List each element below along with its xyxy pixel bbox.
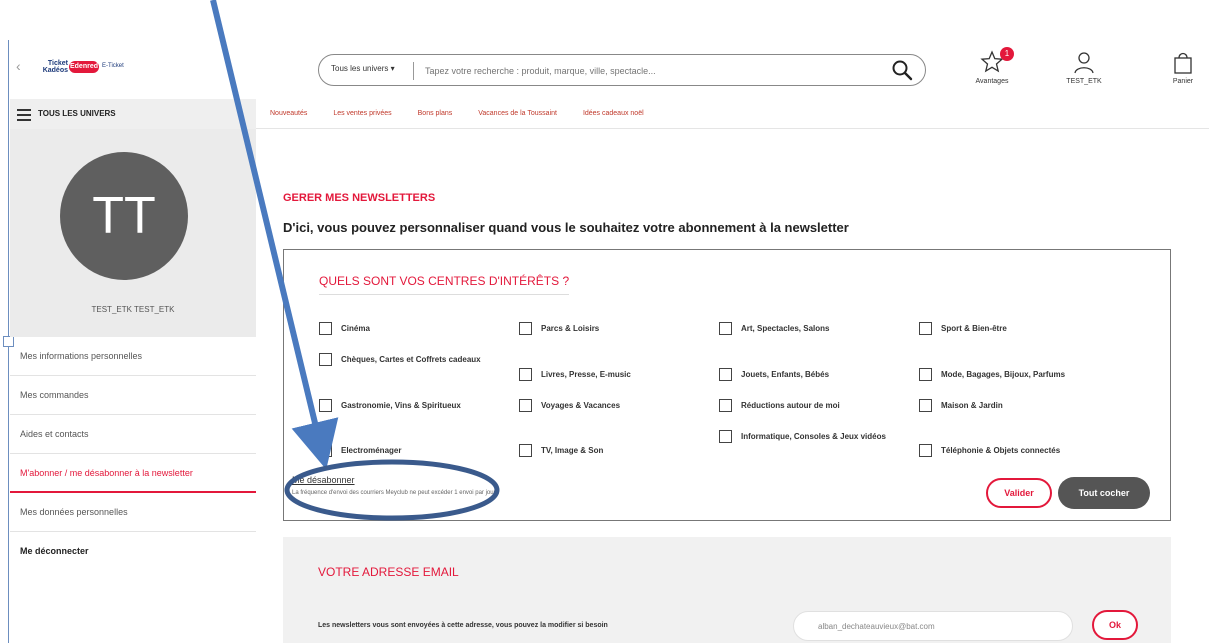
search-bar: Tous les univers ▾ xyxy=(318,54,926,86)
checkbox-voyages[interactable]: Voyages & Vacances xyxy=(519,399,620,412)
logo-eticket-text: E-Ticket xyxy=(102,63,124,69)
checkbox-label: Electroménager xyxy=(341,446,402,455)
avatar: TT xyxy=(60,152,188,280)
search-icon[interactable] xyxy=(891,59,913,86)
cart-label: Panier xyxy=(1172,78,1194,85)
email-description: Les newsletters vous sont envoyées à cet… xyxy=(318,622,608,629)
nav-link-idees-cadeaux[interactable]: Idées cadeaux noël xyxy=(583,110,644,117)
user-icon xyxy=(1072,52,1096,76)
checkbox-box[interactable] xyxy=(519,322,532,335)
nav-link-ventes-privees[interactable]: Les ventes privées xyxy=(333,110,391,117)
checkbox-label: Mode, Bagages, Bijoux, Parfums xyxy=(941,370,1066,379)
email-title: VOTRE ADRESSE EMAIL xyxy=(318,565,459,579)
checkbox-maison-jardin[interactable]: Maison & Jardin xyxy=(919,399,1003,412)
checkbox-label: Chèques, Cartes et Coffrets cadeaux xyxy=(341,354,481,364)
page-title: GERER MES NEWSLETTERS xyxy=(283,192,436,204)
checkbox-label: Gastronomie, Vins & Spiritueux xyxy=(341,401,461,410)
checkbox-label: Jouets, Enfants, Bébés xyxy=(741,370,830,379)
checkbox-gastronomie[interactable]: Gastronomie, Vins & Spiritueux xyxy=(319,399,461,412)
email-ok-button[interactable]: Ok xyxy=(1092,610,1138,640)
interests-title: QUELS SONT VOS CENTRES D'INTÉRÊTS ? xyxy=(319,274,570,295)
email-panel: VOTRE ADRESSE EMAIL Les newsletters vous… xyxy=(283,537,1171,643)
user-name: TEST_ETK TEST_ETK xyxy=(91,305,175,314)
avantages-label: Avantages xyxy=(975,78,1009,85)
menu-item-help[interactable]: Aides et contacts xyxy=(10,415,256,454)
site-logo[interactable]: Ticket Kadéos Edenred E-Ticket xyxy=(38,60,146,76)
nav-link-nouveautes[interactable]: Nouveautés xyxy=(270,110,307,117)
checkbox-art-spectacles[interactable]: Art, Spectacles, Salons xyxy=(719,322,829,335)
hamburger-icon xyxy=(17,109,31,124)
checkbox-label: Sport & Bien-être xyxy=(941,324,1007,333)
account-menu: Mes informations personnelles Mes comman… xyxy=(10,337,256,571)
checkbox-label: Art, Spectacles, Salons xyxy=(741,324,830,333)
nav-link-bons-plans[interactable]: Bons plans xyxy=(418,110,453,117)
validate-button[interactable]: Valider xyxy=(986,478,1052,508)
checkbox-box[interactable] xyxy=(519,368,532,381)
all-universes-menu[interactable]: TOUS LES UNIVERS xyxy=(10,99,256,130)
checkbox-box[interactable] xyxy=(719,430,732,443)
checkbox-box[interactable] xyxy=(319,399,332,412)
search-scope-dropdown[interactable]: Tous les univers ▾ xyxy=(331,64,395,73)
checkbox-cinema[interactable]: Cinéma xyxy=(319,322,370,335)
checkbox-label: Cinéma xyxy=(341,324,370,333)
nav-link-toussaint[interactable]: Vacances de la Toussaint xyxy=(478,110,557,117)
checkbox-box[interactable] xyxy=(319,322,332,335)
all-universes-label: TOUS LES UNIVERS xyxy=(38,109,116,118)
checkbox-box[interactable] xyxy=(719,399,732,412)
frequency-note: La fréquence d'envoi des courriers Meycl… xyxy=(292,490,497,496)
nav-divider xyxy=(256,128,1209,129)
avantages-count-badge: 1 xyxy=(1000,47,1014,61)
unsubscribe-link[interactable]: Me désabonner xyxy=(292,475,355,485)
menu-item-newsletter[interactable]: M'abonner / me désabonner à la newslette… xyxy=(10,454,256,493)
checkbox-box[interactable] xyxy=(919,399,932,412)
checkbox-label: Informatique, Consoles & Jeux vidéos xyxy=(741,431,886,441)
category-nav: Nouveautés Les ventes privées Bons plans… xyxy=(270,110,668,117)
checkbox-box[interactable] xyxy=(719,322,732,335)
checkbox-label: Voyages & Vacances xyxy=(541,401,621,410)
checkbox-label: Réductions autour de moi xyxy=(741,401,840,410)
checkbox-informatique[interactable]: Informatique, Consoles & Jeux vidéos xyxy=(719,430,909,443)
checkbox-livres-presse[interactable]: Livres, Presse, E-music xyxy=(519,368,631,381)
checkbox-box[interactable] xyxy=(919,444,932,457)
back-chevron-icon[interactable]: ‹ xyxy=(16,58,21,74)
logo-edenred-badge: Edenred xyxy=(69,61,99,73)
checkbox-label: Maison & Jardin xyxy=(941,401,1003,410)
checkbox-mode[interactable]: Mode, Bagages, Bijoux, Parfums xyxy=(919,368,1065,381)
menu-item-logout[interactable]: Me déconnecter xyxy=(10,532,256,571)
interests-panel: QUELS SONT VOS CENTRES D'INTÉRÊTS ? Ciné… xyxy=(283,249,1171,521)
checkbox-label: Livres, Presse, E-music xyxy=(541,370,631,379)
checkbox-reductions[interactable]: Réductions autour de moi xyxy=(719,399,840,412)
checkbox-label: Téléphonie & Objets connectés xyxy=(941,446,1061,455)
checkbox-cheques-cadeaux[interactable]: Chèques, Cartes et Coffrets cadeaux xyxy=(319,353,489,366)
menu-item-orders[interactable]: Mes commandes xyxy=(10,376,256,415)
checkbox-sport[interactable]: Sport & Bien-être xyxy=(919,322,1007,335)
checkbox-telephonie[interactable]: Téléphonie & Objets connectés xyxy=(919,444,1060,457)
logo-ticket-text: Ticket Kadéos xyxy=(42,60,68,74)
checkbox-jouets[interactable]: Jouets, Enfants, Bébés xyxy=(719,368,829,381)
checkbox-box[interactable] xyxy=(519,444,532,457)
checkbox-parcs-loisirs[interactable]: Parcs & Loisirs xyxy=(519,322,599,335)
checkbox-box[interactable] xyxy=(319,444,332,457)
star-icon xyxy=(980,50,1004,76)
checkbox-tv-image-son[interactable]: TV, Image & Son xyxy=(519,444,603,457)
checkbox-box[interactable] xyxy=(919,322,932,335)
search-separator xyxy=(413,62,414,80)
page-subtitle: D'ici, vous pouvez personnaliser quand v… xyxy=(283,220,849,235)
menu-item-personal-info[interactable]: Mes informations personnelles xyxy=(10,337,256,376)
menu-item-personal-data[interactable]: Mes données personnelles xyxy=(10,493,256,532)
checkbox-label: TV, Image & Son xyxy=(541,446,604,455)
checkbox-electromenager[interactable]: Electroménager xyxy=(319,444,401,457)
bag-icon xyxy=(1172,52,1194,76)
check-all-button[interactable]: Tout cocher xyxy=(1058,477,1150,509)
checkbox-box[interactable] xyxy=(519,399,532,412)
checkbox-box[interactable] xyxy=(719,368,732,381)
cart-link[interactable]: Panier xyxy=(1160,50,1206,85)
account-label: TEST_ETK xyxy=(1066,78,1102,85)
email-field[interactable] xyxy=(793,611,1073,641)
checkbox-box[interactable] xyxy=(319,353,332,366)
checkbox-box[interactable] xyxy=(919,368,932,381)
search-input[interactable] xyxy=(423,61,867,81)
account-link[interactable]: TEST_ETK xyxy=(1054,50,1114,85)
checkbox-label: Parcs & Loisirs xyxy=(541,324,600,333)
